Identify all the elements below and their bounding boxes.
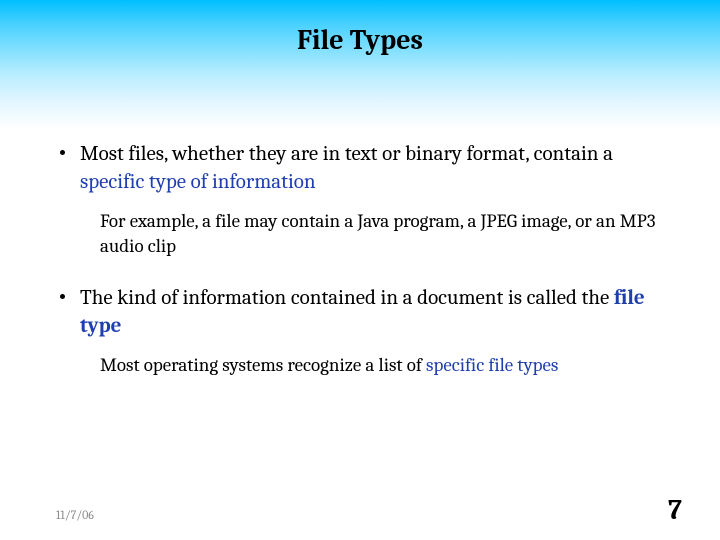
bullet-sub-pre: For example, a file may contain a Java p… <box>100 210 656 258</box>
slide-title: File Types <box>0 24 720 56</box>
bullet-main-accent: specific type of information <box>80 170 316 194</box>
bullet-dot-icon <box>60 150 65 155</box>
bullet-sub-pre: Most operating systems recognize a list … <box>100 354 426 376</box>
footer-date: 11/7/06 <box>56 508 94 522</box>
bullet-sub: Most operating systems recognize a list … <box>100 353 662 379</box>
bullet-item: The kind of information contained in a d… <box>58 284 662 378</box>
header-band: File Types <box>0 0 720 130</box>
bullet-sub-accent: specific file types <box>426 354 558 376</box>
bullet-main-pre: The kind of information contained in a d… <box>80 286 614 310</box>
bullet-item: Most files, whether they are in text or … <box>58 140 662 260</box>
bullet-main-pre: Most files, whether they are in text or … <box>80 142 613 166</box>
bullet-list: Most files, whether they are in text or … <box>58 140 662 378</box>
page-number: 7 <box>668 494 682 526</box>
slide-content: Most files, whether they are in text or … <box>0 130 720 378</box>
bullet-sub: For example, a file may contain a Java p… <box>100 209 662 260</box>
bullet-dot-icon <box>60 294 65 299</box>
